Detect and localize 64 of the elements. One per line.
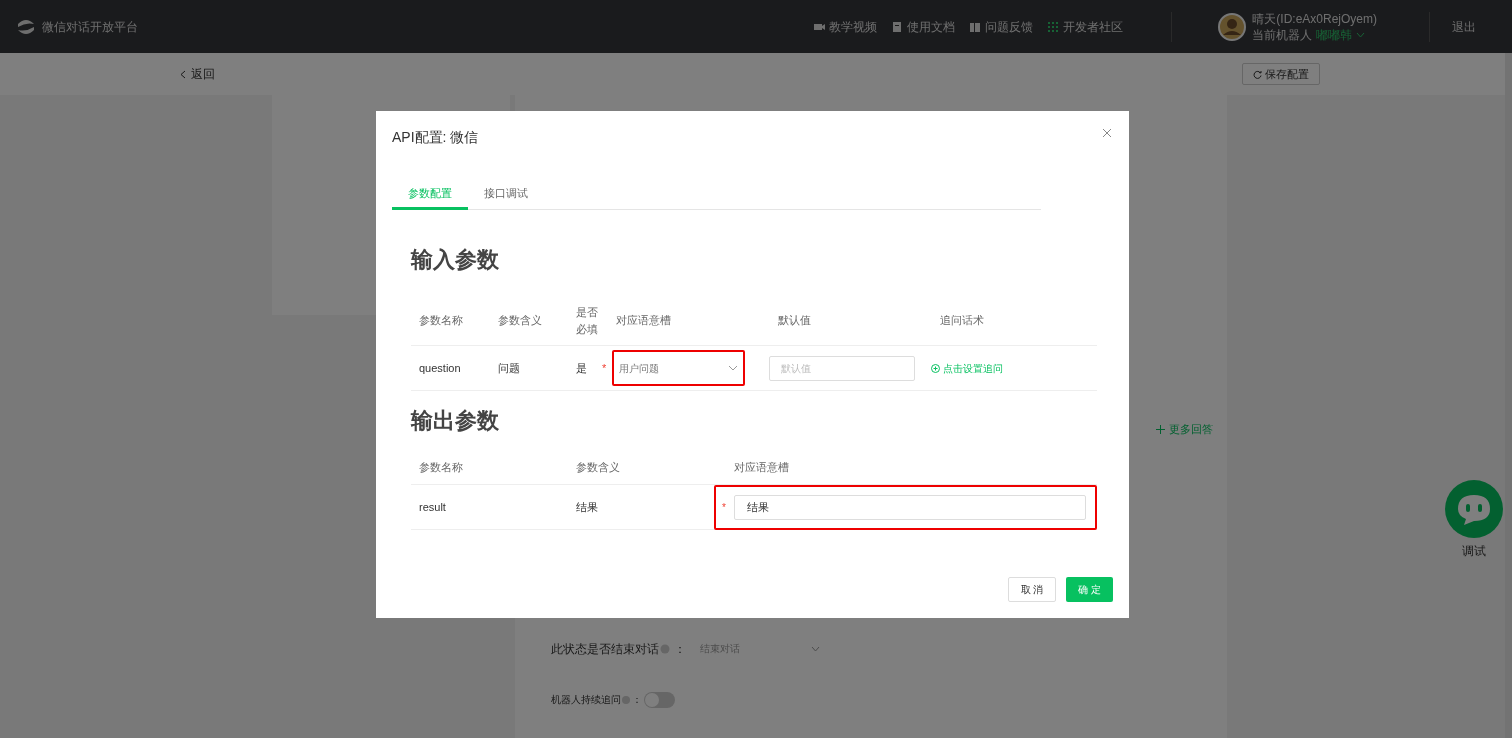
book-icon [969,20,982,33]
colon: ： [674,640,686,658]
slot-select[interactable]: 用户问题 [612,350,745,386]
field-label: 机器人持续追问 [551,693,621,707]
colon: ： [632,693,642,707]
section-heading: 输入参数 [411,246,500,274]
robot-chat-icon [1444,479,1504,539]
column-header: 参数名称 [419,460,464,476]
table-cell-text: 问题 [498,360,521,376]
logo-icon [16,17,36,36]
document-icon [891,20,904,33]
chevron-down-icon [811,645,820,652]
column-header: 参数名称 [419,313,464,329]
chevron-left-icon [180,69,186,79]
app-title: 微信对话开放平台 [42,18,138,36]
logout-link[interactable]: 退出 [1452,17,1476,36]
grid-icon [1047,20,1060,33]
plus-icon [1156,424,1165,434]
debug-button[interactable] [1444,479,1504,539]
cancel-button[interactable]: 取 消 [1008,577,1056,602]
help-icon [622,695,630,704]
nav-link[interactable]: 问题反馈 [969,17,1034,36]
tab[interactable]: 参数配置 [392,180,468,210]
nav-link[interactable]: 教学视频 [813,17,878,36]
nav-link[interactable]: 开发者社区 [1047,17,1124,36]
table-cell-text: 是 [576,360,588,376]
plus-circle-icon [931,363,940,373]
more-answers-link[interactable]: 更多回答 [1156,421,1213,438]
user-name: 晴天(ID:eAx0RejOyem) [1252,10,1377,27]
toggle-switch[interactable] [644,691,675,708]
column-header: 默认值 [778,313,812,329]
table-cell-text: result [419,499,447,515]
table-cell-text: question [419,360,462,376]
save-button[interactable]: 保存配置 [1242,63,1320,85]
debug-label: 调试 [1462,543,1486,560]
slot-field[interactable]: 结果 [734,494,1086,520]
column-header: 参数含义 [498,313,543,329]
robot-label: 当前机器人 [1252,26,1313,43]
confirm-button[interactable]: 确 定 [1066,577,1113,602]
tab[interactable]: 接口调试 [468,180,544,210]
close-button[interactable] [1102,128,1112,138]
robot-selector[interactable]: 嘟嘟韩 [1316,26,1366,43]
chevron-down-icon [1356,31,1366,38]
section-heading: 输出参数 [411,407,500,435]
column-header: 对应语意槽 [616,313,672,329]
chevron-down-icon [728,365,738,371]
dialog-title: API配置: 微信 [392,128,479,147]
column-header: 参数含义 [576,460,621,476]
table-cell-text: 结果 [576,499,599,515]
close-icon [1102,128,1112,138]
set-followup-link[interactable]: 点击设置追问 [931,360,1003,376]
back-link[interactable]: 返回 [180,65,215,83]
help-icon [660,643,670,654]
column-header: 是否必填 [576,304,598,337]
required-mark: * [602,360,608,376]
nav-link[interactable]: 使用文档 [891,17,956,36]
avatar-icon [1218,12,1247,41]
scrollbar[interactable] [1505,53,1512,738]
field-label: 此状态是否结束对话 [551,640,659,658]
default-value-field[interactable]: 默认值 [769,355,915,381]
column-header: 对应语意槽 [734,460,790,476]
column-header: 追问话术 [940,313,985,329]
refresh-icon [1253,69,1262,79]
required-mark: * [722,500,727,515]
